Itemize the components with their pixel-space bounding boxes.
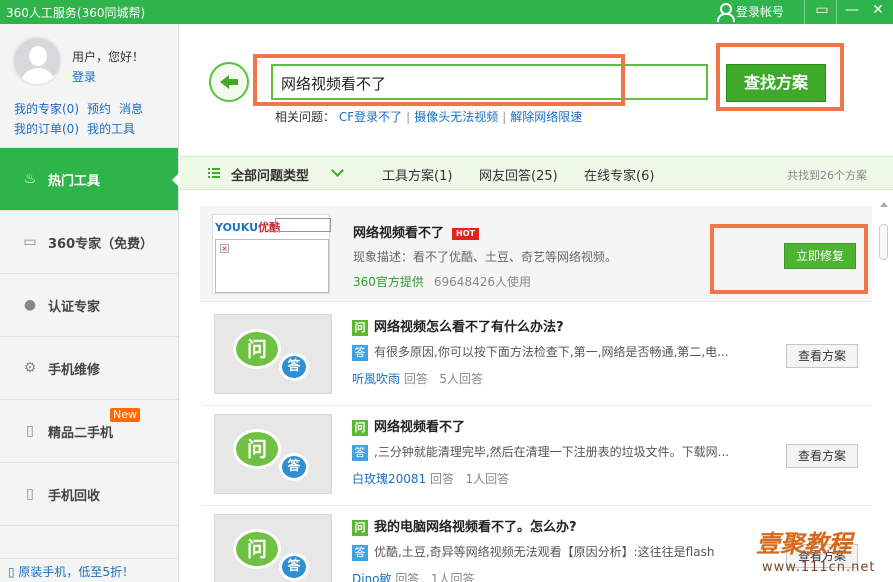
nav-phone-repair[interactable]: ⚙ 手机维修 [0,337,178,400]
nav-phone-recycle[interactable]: ▯ 手机回收 [0,463,178,526]
scroll-thumb[interactable] [879,224,888,260]
app-title: 360人工服务(360同城帮) [6,6,146,20]
profile-panel: 用户，您好！ 登录 我的专家(0) 预约 消息 我的订单(0) 我的工具 [0,24,178,148]
phone-icon: ▯ [26,423,34,439]
question-title[interactable]: 问网络视频怎么看不了有什么办法? [352,316,564,336]
close-icon[interactable]: ✕ [862,0,893,22]
answer-bubble-icon: 答 [279,453,309,481]
my-tools-link[interactable]: 我的工具 [87,122,135,136]
menu-icon[interactable]: ▭ [806,0,838,22]
answer-snippet: 答有很多原因,你可以按下面方法检查下,第一,网络是否畅通,第二,电... [352,343,772,361]
new-badge: New [110,408,140,422]
question-bubble-icon: 问 [233,429,281,469]
nav-label: 认证专家 [48,299,101,315]
promo-text: 原装手机，低至5折！ [18,565,135,579]
answer-bubble-icon: 答 [279,553,309,581]
watermark-url: www.111cn.net [762,560,876,575]
watermark-logo: 壹聚教程 [756,530,852,558]
greeting: 用户，您好！ [72,50,145,64]
list-item: 问 答 问网络视频看不了 答 ,三分钟就能清理完毕,然后在清理一下注册表的垃圾文件… [202,406,872,506]
login-link[interactable]: 登录 [72,68,96,85]
answer-snippet: 答优酷,土豆,奇异等网络视频无法观看【原因分析】:这往往是flash [352,543,772,561]
nav-label: 手机维修 [48,362,101,378]
my-experts-link[interactable]: 我的专家(0) [14,102,79,116]
tool-title: 网络视频看不了 HOT [353,222,479,241]
promo-link[interactable]: ▯ 原装手机，低至5折！ [0,558,179,582]
question-title[interactable]: 问网络视频看不了 [352,416,465,436]
sidebar: 用户，您好！ 登录 我的专家(0) 预约 消息 我的订单(0) 我的工具 ♨ 热门工具… [0,24,179,582]
tab-tool-solutions[interactable]: 工具方案(1) [382,165,452,184]
search-area: 网络视频看不了 查找方案 相关问题： CF登录不了 | 摄像头无法视频 | 解除网络限速 [180,24,893,156]
tool-meta: 360官方提供 69648426人使用 [353,275,531,289]
all-question-types-dropdown[interactable]: 全部问题类型 [231,165,309,184]
qa-thumbnail: 问 答 [214,414,332,494]
recycle-phone-icon: ▯ [26,486,34,502]
messages-link[interactable]: 消息 [119,102,143,116]
answer-user: 听風吹雨 [352,372,401,386]
question-bubble-icon: 问 [233,529,281,569]
nav-used-phones[interactable]: ▯ 精品二手机 New [0,400,178,463]
qa-thumbnail: 问 答 [214,514,332,582]
nav-label: 手机回收 [48,488,101,504]
youku-thumbnail: YOUKU优酷 × [212,214,331,294]
highlight-box [716,43,844,111]
answer-snippet: 答 ,三分钟就能清理完毕,然后在清理一下注册表的垃圾文件。下载网... [352,443,772,461]
answer-meta: 听風吹雨 回答 5人回答 [352,372,483,386]
title-bar: 360人工服务(360同城帮) 登录帐号 ▭ — ✕ [0,0,893,24]
wrench-icon: ⚙ [23,360,37,376]
filter-bar: 全部问题类型 工具方案(1) 网友回答(25) 在线专家(6) 共找到26个方案 [180,156,893,190]
related-link[interactable]: 摄像头无法视频 [414,110,498,124]
related-link[interactable]: CF登录不了 [339,110,402,124]
nav-hot-tools[interactable]: ♨ 热门工具 [0,148,179,211]
question-bubble-icon: 问 [233,329,281,369]
scroll-up-icon[interactable] [880,202,888,207]
login-account-button[interactable]: 登录帐号 [716,2,785,22]
login-account-label: 登录帐号 [736,4,785,19]
youku-logo: YOUKU优酷 [215,221,281,234]
scrollbar[interactable] [876,190,893,582]
related-label: 相关问题： [275,110,336,124]
question-title[interactable]: 问我的电脑网络视频看不了。怎么办? [352,516,577,536]
broken-image-icon: × [220,244,229,253]
hot-badge: HOT [452,227,479,240]
highlight-box [253,54,625,106]
answer-user: 白玫瑰20081 [352,472,427,486]
results-count: 共找到26个方案 [787,169,867,182]
back-arrow-icon[interactable] [209,62,249,102]
avatar[interactable] [12,36,62,86]
profile-links-row2: 我的订单(0) 我的工具 [14,120,143,137]
related-link[interactable]: 解除网络限速 [510,110,582,124]
answer-meta: 白玫瑰20081 回答 1人回答 [352,472,510,486]
qa-thumbnail: 问 答 [214,314,332,394]
phone-icon: ▯ [8,565,19,579]
divider [804,0,805,24]
view-solution-button[interactable]: 查看方案 [786,344,858,368]
answer-user: Dino敏 [352,572,392,582]
fire-icon: ♨ [23,171,37,187]
related-questions: 相关问题： CF登录不了 | 摄像头无法视频 | 解除网络限速 [275,110,583,124]
view-solution-button[interactable]: 查看方案 [786,444,858,468]
answer-bubble-icon: 答 [279,353,309,381]
tab-online-experts[interactable]: 在线专家(6) [584,165,654,184]
nav-label: 360专家（免费） [48,236,154,252]
answer-meta: Dino敏 回答 1人回答 [352,570,474,582]
tool-description: 现象描述：看不了优酷、土豆、奇艺等网络视频。 [353,250,618,264]
nav-label: 热门工具 [48,173,101,189]
nav-certified-expert[interactable]: ● 认证专家 [0,274,178,337]
highlight-box [710,224,868,294]
appointment-link[interactable]: 预约 [87,102,111,116]
chevron-down-icon[interactable] [331,164,344,177]
person-icon: ● [23,297,37,313]
tab-user-answers[interactable]: 网友回答(25) [479,165,558,184]
user-icon [716,2,735,22]
nav-360-expert[interactable]: ▭ 360专家（免费） [0,211,178,274]
profile-links-row1: 我的专家(0) 预约 消息 [14,100,151,117]
my-orders-link[interactable]: 我的订单(0) [14,122,79,136]
nav-label: 精品二手机 [48,425,114,441]
list-item: 问 答 问网络视频怎么看不了有什么办法? 答有很多原因,你可以按下面方法检查下,… [202,306,872,406]
monitor-icon: ▭ [23,234,37,250]
list-icon [208,168,220,178]
